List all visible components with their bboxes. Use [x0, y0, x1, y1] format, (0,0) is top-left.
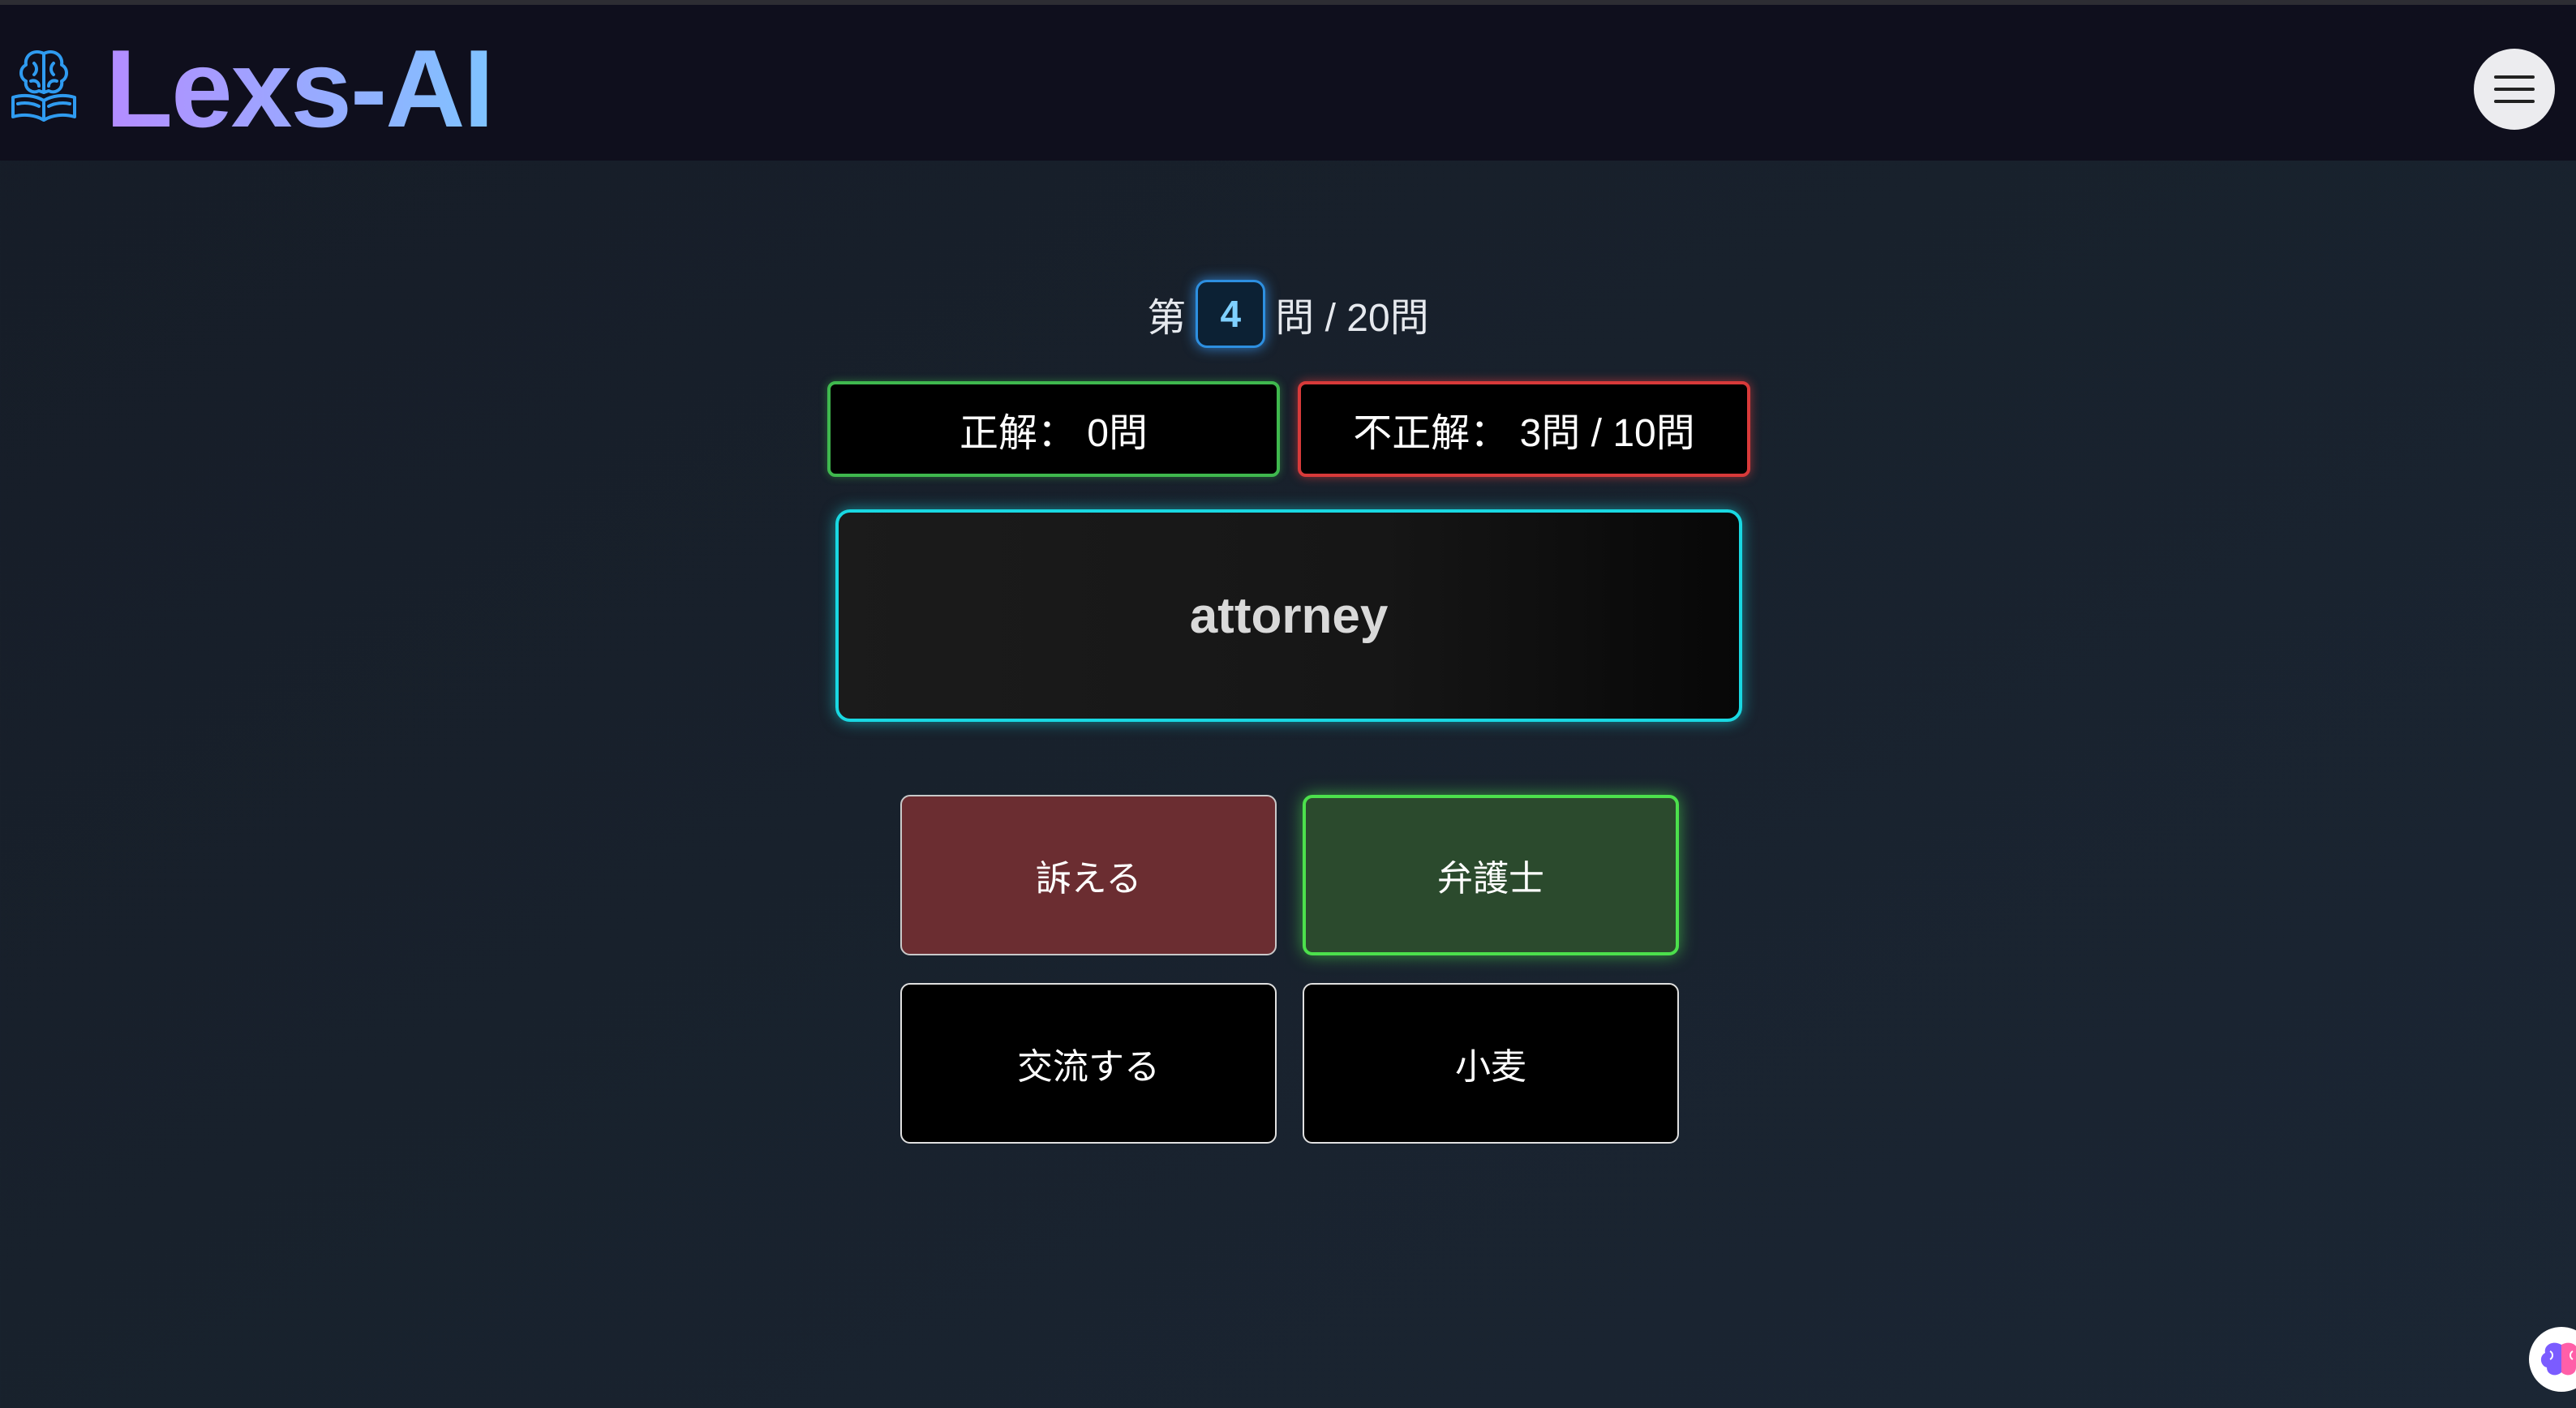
- brain-icon: [2540, 1342, 2576, 1376]
- hamburger-icon: [2494, 75, 2535, 79]
- hamburger-icon-bar-3: [2494, 100, 2535, 103]
- current-question-badge: 4: [1196, 280, 1266, 348]
- answer-option-4[interactable]: 小麦: [1303, 983, 1679, 1144]
- incorrect-count-box: 不正解： 3問 / 10問: [1298, 381, 1750, 477]
- ai-assistant-button[interactable]: [2529, 1327, 2576, 1392]
- hamburger-icon-bar-2: [2494, 88, 2535, 91]
- hamburger-menu-button[interactable]: [2474, 49, 2555, 130]
- question-word: attorney: [1189, 587, 1389, 644]
- answer-option-2[interactable]: 弁護士: [1303, 795, 1679, 955]
- app-brand-title[interactable]: Lexs-AI: [105, 28, 494, 149]
- brain-book-icon: [11, 49, 76, 122]
- answer-option-3[interactable]: 交流する: [900, 983, 1277, 1144]
- question-progress: 第 4 問 / 20問: [0, 277, 2576, 350]
- app-header: Lexs-AI: [0, 5, 2576, 161]
- progress-suffix: 問 / 20問: [1275, 297, 1429, 340]
- correct-count-box: 正解： 0問: [827, 381, 1280, 477]
- question-word-card: attorney: [835, 509, 1742, 722]
- progress-prefix: 第: [1147, 297, 1187, 340]
- answer-option-1[interactable]: 訴える: [900, 795, 1277, 955]
